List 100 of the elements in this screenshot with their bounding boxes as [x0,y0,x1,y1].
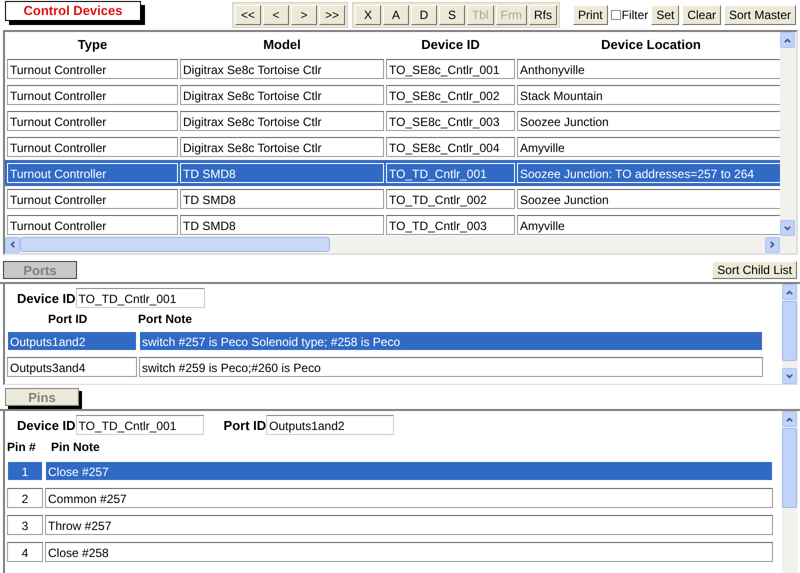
scroll-down-button[interactable] [780,220,795,236]
table-cell: 3 [7,514,43,534]
table-cell: Turnout Controller [7,85,178,105]
scroll-up-button[interactable] [782,284,797,300]
table-cell: Soozee Junction [517,111,780,131]
table-cell: Turnout Controller [7,111,178,131]
table-cell: 4 [7,542,43,562]
vertical-scrollbar[interactable] [782,411,798,573]
table-cell: Turnout Controller [7,189,178,209]
table-cell: switch #257 is Peco Solenoid type; #258 is Peco [139,331,763,351]
port-id-field[interactable]: Outputs1and2 [266,415,394,435]
field-label: Device ID [17,290,76,306]
device-id-field[interactable]: TO_TD_Cntlr_001 [76,415,204,435]
table-cell: TO_SE8c_Cntlr_003 [386,111,515,131]
table-cell: switch #259 is Peco;#260 is Peco [139,357,763,377]
scroll-down-button[interactable] [782,368,797,384]
table-row[interactable]: Turnout Controller TD SMD8 TO_TD_Cntlr_001 Soozee Junction: TO addresses=257 to 264 [5,160,780,186]
sort-master-button[interactable]: Sort Master [724,5,796,25]
set-button[interactable]: Set [651,5,680,25]
navigation-button[interactable]: > [290,5,317,25]
filter-label: Filter [622,8,648,22]
table-row[interactable]: Turnout Controller TD SMD8 TO_TD_Cntlr_002 Soozee Junction [5,186,780,212]
table-cell: Turnout Controller [7,215,178,235]
filter-checkbox[interactable] [610,10,621,20]
chevron-up-icon [785,414,794,424]
chevron-down-icon [785,372,794,380]
table-cell: Digitrax Se8c Tortoise Ctlr [180,85,384,105]
table-row[interactable]: Outputs3and4 switch #259 is Peco;#260 is Peco [5,354,782,380]
action-button[interactable]: D [410,5,437,25]
print-button[interactable]: Print [572,5,608,25]
field-label: Port ID [224,418,266,432]
column-header: Device Location [600,36,702,52]
column-header: Pin Note [51,440,100,454]
table-row[interactable]: Turnout Controller Digitrax Se8c Tortoise Ctlr TO_SE8c_Cntlr_001 Anthonyville [5,56,780,82]
scroll-left-button[interactable] [5,236,20,252]
table-cell: TO_SE8c_Cntlr_002 [386,85,515,105]
table-cell: Turnout Controller [7,163,178,183]
table-cell: Digitrax Se8c Tortoise Ctlr [180,111,384,131]
action-button[interactable]: S [438,5,465,25]
table-cell: Soozee Junction [517,189,780,209]
scroll-up-button[interactable] [780,32,795,48]
table-cell: Soozee Junction: TO addresses=257 to 264 [517,163,780,183]
table-row[interactable]: Turnout Controller Digitrax Se8c Tortoise Ctlr TO_SE8c_Cntlr_003 Soozee Junction [5,108,780,134]
sort-child-list-button[interactable]: Sort Child List [712,260,797,278]
chevron-left-icon [8,240,17,249]
clear-button[interactable]: Clear [682,5,721,25]
chevron-right-icon [768,240,777,249]
column-header: Port ID [48,312,88,326]
chevron-up-icon [783,36,792,44]
table-cell: TO_SE8c_Cntlr_001 [386,59,515,79]
column-header: Model [262,36,302,52]
action-button[interactable]: X [354,5,381,25]
chevron-down-icon [783,224,792,232]
table-cell: 1 [7,460,43,480]
table-cell: Amyville [517,215,780,235]
table-cell: Anthonyville [517,59,780,79]
action-button[interactable]: Rfs [528,5,557,25]
table-cell: Outputs3and4 [7,357,137,377]
table-row[interactable]: Turnout Controller Digitrax Se8c Tortoise Ctlr TO_SE8c_Cntlr_002 Stack Mountain [5,82,780,108]
table-cell: TO_TD_Cntlr_001 [386,163,515,183]
scroll-right-button[interactable] [765,236,780,252]
table-cell: TO_TD_Cntlr_003 [386,215,515,235]
table-cell: Amyville [517,137,780,157]
scroll-thumb[interactable] [20,237,330,252]
table-row[interactable]: 2 Common #257 [5,484,782,511]
table-cell: TD SMD8 [180,215,384,235]
vertical-scrollbar[interactable] [782,284,798,384]
column-header: Type [76,36,108,52]
table-cell: Close #257 [45,460,773,480]
table-row[interactable]: Turnout Controller Digitrax Se8c Tortoise Ctlr TO_SE8c_Cntlr_004 Amyville [5,134,780,160]
table-row[interactable]: Outputs1and2 switch #257 is Peco Solenoid type; #258 is Peco [5,328,782,354]
table-row[interactable]: Turnout Controller TD SMD8 TO_TD_Cntlr_003 Amyville [5,212,780,236]
table-cell: TO_SE8c_Cntlr_004 [386,137,515,157]
vertical-scrollbar[interactable] [780,32,796,236]
table-row[interactable]: 4 Close #258 [5,538,782,565]
table-cell: Stack Mountain [517,85,780,105]
table-row[interactable]: 3 Throw #257 [5,511,782,538]
navigation-button[interactable]: < [262,5,289,25]
table-cell: Turnout Controller [7,59,178,79]
table-cell: Close #258 [45,542,773,562]
column-header: Device ID [420,36,481,52]
table-row[interactable]: 1 Close #257 [5,457,782,484]
navigation-button[interactable]: >> [318,5,345,25]
table-cell: Throw #257 [45,514,773,534]
table-cell: Outputs1and2 [7,331,137,351]
action-button[interactable]: A [382,5,409,25]
table-cell: Digitrax Se8c Tortoise Ctlr [180,137,384,157]
navigation-button[interactable]: << [234,5,261,25]
chevron-up-icon [785,288,794,296]
table-cell: TD SMD8 [180,163,384,183]
scroll-thumb[interactable] [782,301,797,361]
scroll-up-button[interactable] [782,411,797,427]
table-cell: Turnout Controller [7,137,178,157]
horizontal-scrollbar[interactable] [5,236,796,253]
device-id-field[interactable]: TO_TD_Cntlr_001 [76,288,205,308]
table-cell: Digitrax Se8c Tortoise Ctlr [180,59,384,79]
column-header: Pin # [7,440,37,454]
column-header: Port Note [138,312,192,326]
field-label: Device ID [17,418,76,432]
scroll-thumb[interactable] [782,428,797,508]
